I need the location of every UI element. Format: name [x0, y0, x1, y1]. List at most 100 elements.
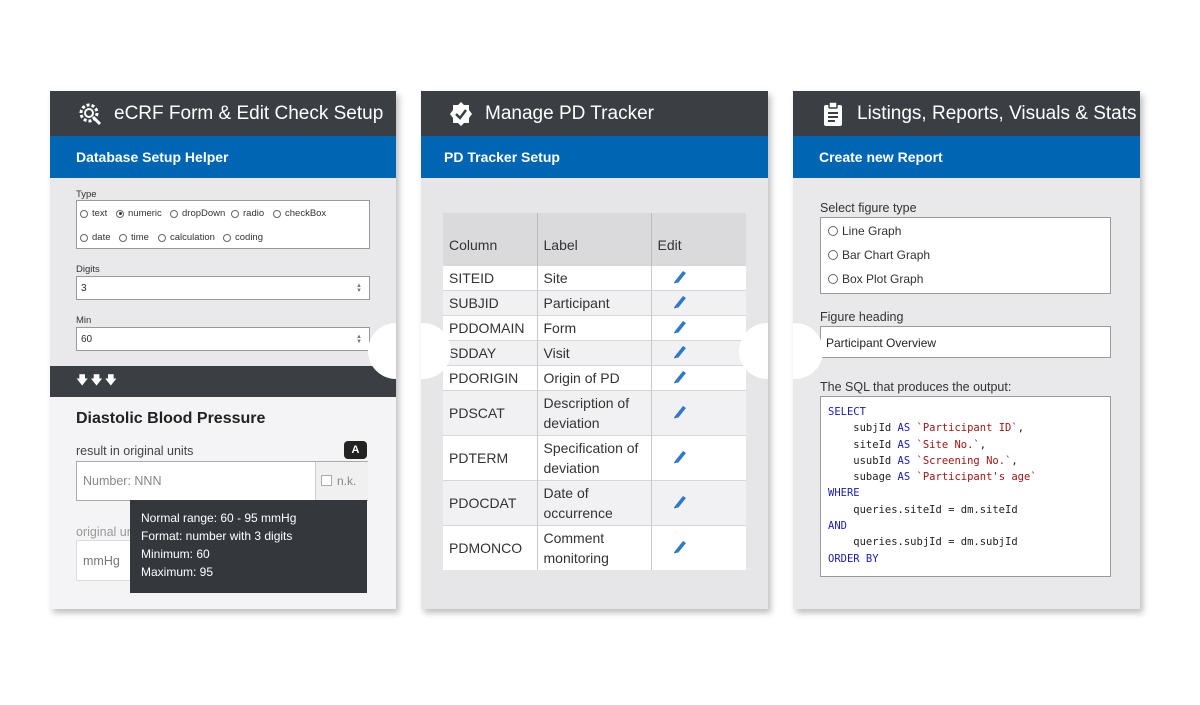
panel-header: Listings, Reports, Visuals & Stats: [793, 91, 1140, 136]
panel-title: eCRF Form & Edit Check Setup: [114, 102, 384, 124]
cell-label-line: Participant: [543, 294, 610, 311]
table-row: PDMONCO Comment monitoring: [443, 524, 746, 570]
cell-label-line: Form: [543, 319, 577, 336]
digits-input[interactable]: 3 ▲ ▼: [76, 276, 370, 300]
cell-label-line: Comment: [543, 529, 605, 546]
cell-column: SDDAY: [443, 339, 538, 365]
panel-subtitle: Create new Report: [793, 136, 1140, 178]
table-header-row: Column Label Edit: [443, 213, 746, 265]
sql-line: subjId AS `Participant ID`,: [828, 422, 1025, 435]
down-arrows: 🡇🡇🡇: [50, 366, 396, 397]
ecrf-setup-panel: eCRF Form & Edit Check Setup Database Se…: [50, 91, 396, 609]
pen-edit-icon[interactable]: [672, 293, 686, 309]
sql-line: ORDER BY: [828, 552, 879, 565]
cell-label: Specification of deviation: [537, 434, 652, 480]
radio-radio[interactable]: radio: [231, 208, 264, 219]
edit-cell[interactable]: [651, 524, 746, 570]
edit-cell[interactable]: [651, 314, 746, 340]
type-label: Type: [76, 189, 97, 200]
stepper-icon[interactable]: ▲ ▼: [355, 334, 363, 345]
cell-column: PDDOMAIN: [443, 314, 538, 340]
panel-subtitle: Database Setup Helper: [50, 136, 396, 178]
form-preview: Diastolic Blood Pressure result in origi…: [50, 397, 396, 609]
radio-checkbox[interactable]: checkBox: [273, 208, 326, 219]
cell-column: SITEID: [443, 264, 538, 290]
cell-label-line: deviation: [543, 459, 600, 476]
figure-heading-input[interactable]: Participant Overview: [820, 326, 1111, 358]
table-row: SUBJID Participant: [443, 289, 746, 315]
table-row: SITEID Site: [443, 264, 746, 290]
cell-label: Date of occurrence: [537, 479, 652, 525]
cell-label-line: deviation: [543, 414, 600, 431]
radio-coding[interactable]: coding: [223, 232, 263, 243]
cell-label: Origin of PD: [537, 364, 652, 390]
edit-cell[interactable]: [651, 389, 746, 435]
cell-label-line: monitoring: [543, 549, 609, 566]
cell-column: PDSCAT: [443, 389, 538, 435]
clipboard-icon: [820, 100, 846, 127]
badge-a: A: [344, 441, 367, 459]
radio-bar-chart[interactable]: Bar Chart Graph: [828, 248, 930, 262]
radio-box-plot[interactable]: Box Plot Graph: [828, 272, 923, 286]
cell-column: PDMONCO: [443, 524, 538, 570]
table-row: PDSCAT Description of deviation: [443, 389, 746, 435]
original-units-label: original units: [76, 525, 136, 539]
nk-checkbox[interactable]: n.k.: [315, 462, 368, 500]
figure-heading-label: Figure heading: [820, 310, 904, 324]
pen-edit-icon[interactable]: [672, 538, 686, 554]
edit-cell[interactable]: [651, 339, 746, 365]
stepper-icon[interactable]: ▲ ▼: [355, 283, 363, 294]
radio-date[interactable]: date: [80, 232, 111, 243]
panel-title: Listings, Reports, Visuals & Stats: [857, 102, 1137, 124]
cell-column: SUBJID: [443, 289, 538, 315]
figure-type-label: Select figure type: [820, 201, 917, 215]
pen-edit-icon[interactable]: [672, 448, 686, 464]
cell-label: Visit: [537, 339, 652, 365]
edit-cell[interactable]: [651, 434, 746, 480]
table-row: PDDOMAIN Form: [443, 314, 746, 340]
number-input[interactable]: Number: NNN n.k.: [76, 461, 368, 501]
pen-edit-icon[interactable]: [672, 268, 686, 284]
edit-cell[interactable]: [651, 479, 746, 525]
pen-edit-icon[interactable]: [672, 318, 686, 334]
radio-dropdown[interactable]: dropDown: [170, 208, 225, 219]
sql-line: subage AS `Participant's age`: [828, 471, 1037, 484]
gear-search-icon: [77, 101, 103, 127]
validation-tooltip: Normal range: 60 - 95 mmHg Format: numbe…: [130, 500, 367, 593]
sql-line: queries.siteId = dm.siteId: [828, 503, 1018, 516]
cell-label: Participant: [537, 289, 652, 315]
radio-text[interactable]: text: [80, 208, 107, 219]
radio-time[interactable]: time: [119, 232, 149, 243]
sql-line: queries.subjId = dm.subjId: [828, 536, 1018, 549]
figure-type-group: Line Graph Bar Chart Graph Box Plot Grap…: [820, 217, 1111, 294]
sql-line: usubId AS `Screening No.`,: [828, 454, 1018, 467]
cell-label-line: Origin of PD: [543, 369, 620, 386]
radio-calculation[interactable]: calculation: [158, 232, 215, 243]
cell-label-line: Visit: [543, 344, 570, 361]
digits-label: Digits: [76, 264, 100, 275]
radio-line-graph[interactable]: Line Graph: [828, 224, 901, 238]
column-header-edit: Edit: [651, 213, 746, 265]
min-input[interactable]: 60 ▲ ▼: [76, 327, 370, 351]
panel-subtitle: PD Tracker Setup: [421, 136, 768, 178]
unit-field[interactable]: mmHg: [76, 540, 132, 581]
edit-cell[interactable]: [651, 289, 746, 315]
sql-editor[interactable]: SELECT subjId AS `Participant ID`, siteI…: [820, 396, 1111, 577]
radio-numeric[interactable]: numeric: [116, 208, 162, 219]
cell-column: PDTERM: [443, 434, 538, 480]
checkbox-icon[interactable]: [321, 475, 332, 486]
pen-edit-icon[interactable]: [672, 493, 686, 509]
sql-label: The SQL that produces the output:: [820, 380, 1012, 394]
form-title: Diastolic Blood Pressure: [76, 410, 266, 427]
cell-label: Comment monitoring: [537, 524, 652, 570]
pen-edit-icon[interactable]: [672, 368, 686, 384]
pen-edit-icon[interactable]: [672, 343, 686, 359]
badge-check-icon: [448, 101, 474, 127]
reports-panel: Listings, Reports, Visuals & Stats Creat…: [793, 91, 1140, 609]
pen-edit-icon[interactable]: [672, 403, 686, 419]
edit-cell[interactable]: [651, 364, 746, 390]
edit-cell[interactable]: [651, 264, 746, 290]
cell-label: Description of deviation: [537, 389, 652, 435]
panel-header: Manage PD Tracker: [421, 91, 768, 136]
cell-label: Form: [537, 314, 652, 340]
